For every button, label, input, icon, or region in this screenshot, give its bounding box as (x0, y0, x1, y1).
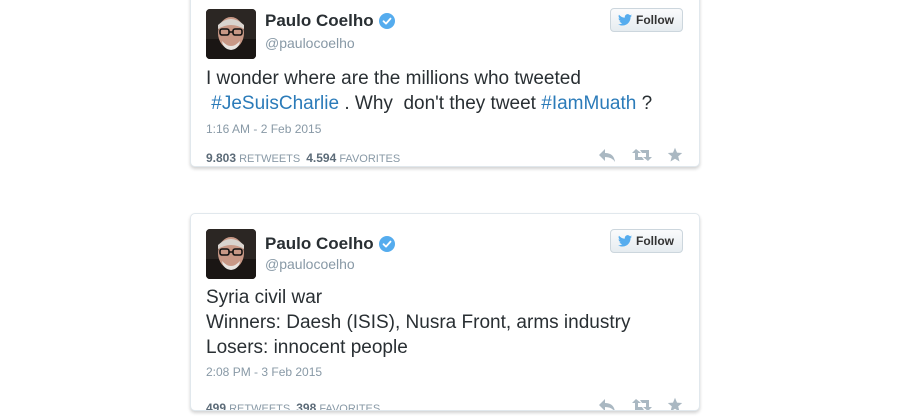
follow-button[interactable]: Follow (610, 8, 683, 32)
retweets-label: RETWEETS (229, 403, 291, 411)
tweet-text-fragment: . Why don't they tweet (339, 93, 542, 114)
tweet-line: #JeSuisCharlie . Why don't they tweet #I… (206, 91, 684, 116)
retweets-count: 499 (206, 401, 227, 411)
tweet-card: Paulo Coelho @paulocoelho Follow I wonde… (190, 0, 700, 167)
follow-label: Follow (636, 13, 674, 27)
star-icon[interactable] (667, 147, 683, 163)
favorites-label: FAVORITES (339, 153, 401, 165)
follow-button[interactable]: Follow (610, 229, 683, 253)
tweet-card: Paulo Coelho @paulocoelho Follow Syria c… (190, 213, 700, 411)
reply-icon[interactable] (597, 397, 617, 411)
retweets-stat[interactable]: 9.803 RETWEETS (206, 151, 300, 165)
favorites-count: 4.594 (306, 151, 337, 165)
reply-icon[interactable] (597, 147, 617, 163)
author-name[interactable]: Paulo Coelho (265, 11, 395, 31)
retweets-label: RETWEETS (239, 153, 301, 165)
twitter-bird-icon (618, 235, 632, 247)
author-handle[interactable]: @paulocoelho (265, 256, 355, 272)
retweets-stat[interactable]: 499 RETWEETS (206, 401, 291, 411)
tweet-stats: 499 RETWEETS 398 FAVORITES (206, 401, 381, 411)
retweet-icon[interactable] (631, 397, 653, 411)
hashtag-link[interactable]: #JeSuisCharlie (211, 93, 339, 114)
avatar[interactable] (206, 9, 256, 59)
tweet-actions (597, 397, 683, 411)
favorites-count: 398 (296, 401, 317, 411)
tweet-text: Syria civil war Winners: Daesh (ISIS), N… (206, 285, 684, 360)
tweet-line: Winners: Daesh (ISIS), Nusra Front, arms… (206, 312, 631, 333)
author-handle[interactable]: @paulocoelho (265, 35, 355, 51)
follow-label: Follow (636, 234, 674, 248)
favorites-label: FAVORITES (319, 403, 381, 411)
tweet-timestamp[interactable]: 1:16 AM - 2 Feb 2015 (206, 122, 321, 136)
tweet-timestamp[interactable]: 2:08 PM - 3 Feb 2015 (206, 365, 322, 379)
retweets-count: 9.803 (206, 151, 237, 165)
verified-badge-icon (378, 13, 395, 29)
tweet-line: I wonder where are the millions who twee… (206, 68, 581, 89)
favorites-stat[interactable]: 398 FAVORITES (296, 401, 381, 411)
retweet-icon[interactable] (631, 147, 653, 163)
tweet-line: Syria civil war (206, 287, 323, 308)
tweet-stats: 9.803 RETWEETS 4.594 FAVORITES (206, 151, 400, 165)
tweet-line: Losers: innocent people (206, 337, 408, 358)
verified-badge-icon (378, 236, 395, 252)
tweet-text: I wonder where are the millions who twee… (206, 66, 684, 116)
avatar[interactable] (206, 229, 256, 279)
hashtag-link[interactable]: #IamMuath (541, 93, 636, 114)
tweet-actions (597, 147, 683, 163)
favorites-stat[interactable]: 4.594 FAVORITES (306, 151, 400, 165)
star-icon[interactable] (667, 397, 683, 411)
author-name[interactable]: Paulo Coelho (265, 234, 395, 254)
tweet-text-fragment: ? (636, 93, 653, 114)
twitter-bird-icon (618, 14, 632, 26)
